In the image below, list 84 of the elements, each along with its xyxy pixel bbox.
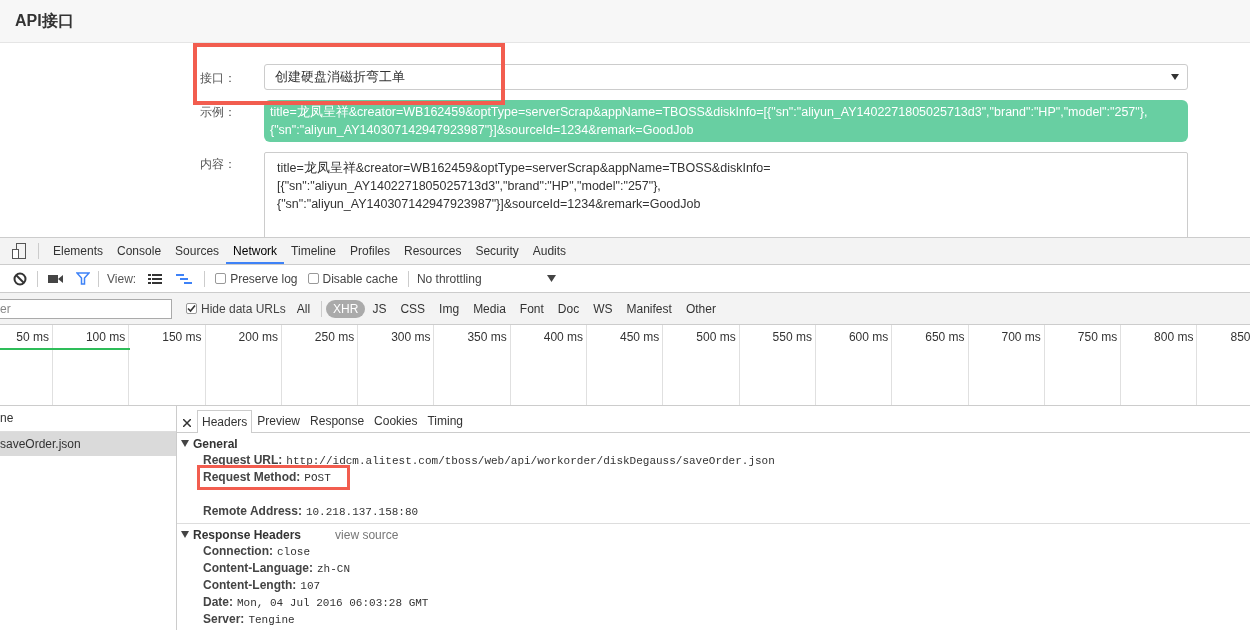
header-name: Connection: — [203, 544, 273, 558]
waterfall-view-icon[interactable] — [176, 273, 193, 284]
header-name: Request URL: — [203, 453, 283, 467]
detail-tab[interactable]: Timing — [422, 409, 468, 432]
caret-icon — [546, 275, 556, 282]
clear-icon[interactable] — [13, 271, 27, 286]
checkbox-label[interactable]: Disable cache — [322, 271, 398, 286]
throttling-select[interactable]: No throttling — [416, 271, 556, 286]
devtools-tab[interactable]: Audits — [525, 238, 574, 264]
disable-cache-checkbox[interactable] — [307, 273, 319, 284]
type-filter[interactable]: Other — [678, 299, 723, 318]
device-mode-icon[interactable] — [12, 243, 26, 259]
checkbox-label[interactable]: Hide data URLs — [201, 301, 286, 316]
devtools-tab[interactable]: Resources — [397, 238, 469, 264]
header-value: POST — [304, 472, 331, 484]
time-tick: 350 ms — [434, 325, 511, 405]
detail-tab[interactable]: Preview — [252, 409, 306, 432]
header-name: Content-Language: — [203, 561, 313, 575]
header-value: 10.218.137.158:80 — [305, 506, 419, 518]
header-name: Request Method: — [203, 470, 301, 484]
header-value: close — [277, 546, 310, 558]
interface-select[interactable]: 创建硬盘消磁折弯工单 — [264, 64, 1188, 90]
time-tick: 850 — [1229, 329, 1250, 346]
request-row[interactable]: saveOrder.json — [0, 432, 176, 456]
devtools-tab[interactable]: Console — [110, 238, 169, 264]
disclosure-triangle-icon[interactable] — [181, 531, 189, 538]
time-tick: 400 ms — [510, 325, 588, 405]
section-title[interactable]: General — [193, 436, 238, 451]
type-filter[interactable]: Img — [432, 299, 467, 318]
type-filter[interactable]: JS — [365, 299, 394, 318]
header-name: Remote Address: — [203, 504, 302, 518]
time-tick: 250 ms — [281, 325, 359, 405]
detail-tab[interactable]: Cookies — [369, 409, 423, 432]
detail-tab[interactable]: Response — [305, 409, 370, 432]
devtools-tab[interactable]: Elements — [46, 238, 111, 264]
time-tick: 650 ms — [892, 325, 969, 405]
time-tick: 550 ms — [739, 325, 816, 405]
time-tick: 450 ms — [587, 325, 664, 405]
time-tick: 500 ms — [663, 325, 740, 405]
header-value: Tengine — [248, 614, 295, 626]
field-label: 接口： — [199, 70, 237, 87]
detail-tab[interactable]: Headers — [197, 410, 253, 433]
time-tick: 150 ms — [129, 325, 206, 405]
camera-icon[interactable] — [48, 273, 63, 284]
header-value: http://idcm.alitest.com/tboss/web/api/workorder/diskDegauss/saveOrder.json — [286, 455, 775, 467]
header-value: 107 — [300, 580, 321, 592]
filter-icon[interactable] — [76, 272, 90, 285]
time-tick: 300 ms — [358, 325, 435, 405]
type-filter[interactable]: WS — [586, 299, 620, 318]
devtools-tab[interactable]: Sources — [168, 238, 227, 264]
header-name: Server: — [203, 612, 245, 626]
devtools-tab[interactable]: Security — [468, 238, 526, 264]
time-tick: 750 ms — [1044, 325, 1122, 405]
type-filter[interactable]: Font — [512, 299, 551, 318]
checkbox-label[interactable]: Preserve log — [230, 271, 298, 286]
type-filter[interactable]: Media — [466, 299, 513, 318]
time-tick: 800 ms — [1121, 325, 1198, 405]
header-value: zh-CN — [317, 563, 350, 575]
type-filter[interactable]: All — [289, 299, 318, 318]
view-source-link[interactable]: view source — [335, 527, 399, 542]
header-value: Mon, 04 Jul 2016 06:03:28 GMT — [237, 597, 429, 609]
time-tick: 600 ms — [815, 325, 893, 405]
disclosure-triangle-icon[interactable] — [181, 440, 189, 447]
time-tick: 200 ms — [205, 325, 282, 405]
header-name: Date: — [203, 595, 233, 609]
caret-icon — [1171, 72, 1179, 82]
preserve-log-checkbox[interactable] — [215, 273, 227, 284]
field-label: 示例： — [199, 104, 237, 121]
filter-field[interactable]: er — [0, 298, 172, 319]
section-title[interactable]: Response Headers — [193, 527, 302, 542]
type-filter[interactable]: Doc — [550, 299, 587, 318]
column-header: ne — [0, 411, 14, 425]
time-tick: 700 ms — [968, 325, 1045, 405]
header-name: Content-Length: — [203, 578, 297, 592]
type-filter[interactable]: Manifest — [619, 299, 679, 318]
type-filter[interactable]: CSS — [393, 299, 433, 318]
devtools-tab[interactable]: Profiles — [343, 238, 398, 264]
field-label: 内容： — [199, 156, 237, 173]
page-title: API接口 — [15, 10, 74, 31]
devtools-tab[interactable]: Timeline — [284, 238, 343, 264]
list-view-icon[interactable] — [148, 273, 163, 284]
hide-data-urls-checkbox[interactable] — [186, 303, 197, 314]
view-label: View: — [107, 271, 137, 286]
example-text: title=龙凤呈祥&creator=WB162459&optType=serverScrap&appName=TBOSS&diskInfo=[{"sn":"aliyun_AY1402271805025713d3","brand":"HP","model":"257"}, {"sn":"aliyun_AY140307142947923987"}]&sourceId=1234&remark=GoodJob — [264, 100, 1188, 142]
